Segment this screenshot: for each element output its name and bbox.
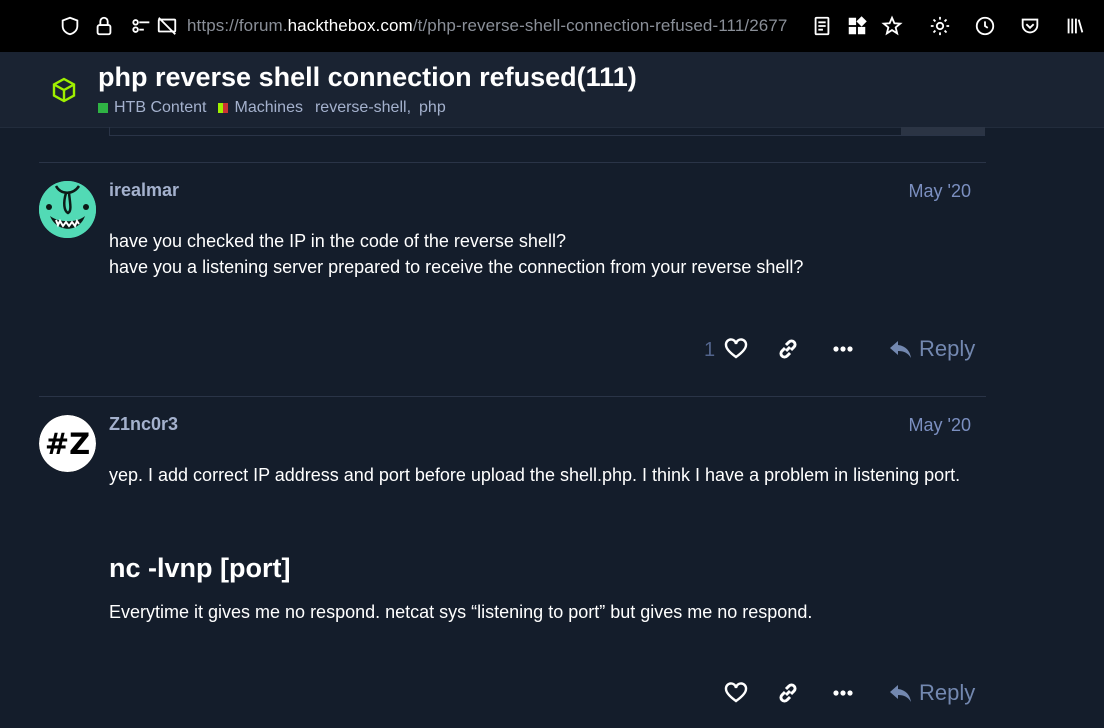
category-htb-content[interactable]: HTB Content xyxy=(98,99,206,117)
like-count[interactable]: 1 xyxy=(704,339,715,362)
like-heart-icon[interactable] xyxy=(723,336,749,362)
tag-php[interactable]: php xyxy=(419,99,446,117)
reply-button[interactable]: Reply xyxy=(888,680,975,706)
more-options-icon[interactable] xyxy=(830,336,856,362)
post-body: have you checked the IP in the code of t… xyxy=(109,228,979,280)
post-heading: nc -lvnp [port] xyxy=(109,553,291,583)
previous-post-remnant xyxy=(109,127,985,136)
avatar[interactable]: #Z xyxy=(39,415,96,472)
history-clock-icon[interactable] xyxy=(973,14,997,38)
browser-toolbar: https://forum.hackthebox.com/t/php-rever… xyxy=(0,0,1104,52)
topic-title[interactable]: php reverse shell connection refused(111… xyxy=(98,62,637,93)
topic-header: php reverse shell connection refused(111… xyxy=(0,52,1104,128)
cartoon-face-avatar-icon xyxy=(39,181,96,238)
svg-text:#Z: #Z xyxy=(45,427,90,461)
post-line: have you checked the IP in the code of t… xyxy=(109,231,566,251)
permissions-icon[interactable] xyxy=(130,14,154,38)
shield-icon[interactable] xyxy=(58,14,82,38)
category-color-swatch xyxy=(218,103,229,113)
tag-reverse-shell[interactable]: reverse-shell xyxy=(315,99,407,117)
category-color-swatch xyxy=(98,103,108,113)
reply-label: Reply xyxy=(919,680,976,705)
post-line: have you a listening server prepared to … xyxy=(109,257,804,277)
z-hashtag-avatar-icon: #Z xyxy=(39,415,96,472)
library-icon[interactable] xyxy=(1063,14,1087,38)
lock-icon[interactable] xyxy=(92,14,116,38)
blocked-media-icon[interactable] xyxy=(155,14,179,38)
category-label: HTB Content xyxy=(114,99,207,116)
post-divider xyxy=(39,162,986,163)
pocket-icon[interactable] xyxy=(1018,14,1042,38)
category-machines[interactable]: Machines xyxy=(218,99,303,117)
post-paragraph: Everytime it gives me no respond. netcat… xyxy=(109,602,813,622)
topic-categories: HTB Content Machines reverse-shell, php xyxy=(98,99,446,117)
copy-link-icon[interactable] xyxy=(775,680,801,706)
reply-arrow-icon xyxy=(890,685,911,702)
post-date[interactable]: May '20 xyxy=(909,181,971,202)
bookmark-star-icon[interactable] xyxy=(880,14,904,38)
extensions-grid-icon[interactable] xyxy=(845,14,869,38)
reader-view-icon[interactable] xyxy=(810,14,834,38)
post-username[interactable]: irealmar xyxy=(109,180,179,201)
copy-link-icon[interactable] xyxy=(775,336,801,362)
avatar[interactable] xyxy=(39,181,96,238)
post-divider xyxy=(39,396,986,397)
reply-button[interactable]: Reply xyxy=(888,336,975,362)
tag-separator: , xyxy=(406,99,412,116)
reply-arrow-icon xyxy=(890,341,911,358)
post-date[interactable]: May '20 xyxy=(909,415,971,436)
url-path: /t/php-reverse-shell-connection-refused-… xyxy=(412,16,788,35)
url-domain: hackthebox.com xyxy=(287,16,413,35)
like-heart-icon[interactable] xyxy=(723,680,749,706)
post-username[interactable]: Z1nc0r3 xyxy=(109,414,178,435)
previous-post-button-remnant xyxy=(901,127,985,135)
post-paragraph: yep. I add correct IP address and port b… xyxy=(109,465,961,485)
reply-label: Reply xyxy=(919,336,976,361)
htb-cube-icon[interactable] xyxy=(50,76,78,104)
category-label: Machines xyxy=(234,99,303,116)
more-options-icon[interactable] xyxy=(830,680,856,706)
settings-gear-icon[interactable] xyxy=(928,14,952,38)
url-prefix: https://forum. xyxy=(187,16,288,35)
address-bar[interactable]: https://forum.hackthebox.com/t/php-rever… xyxy=(187,16,787,36)
